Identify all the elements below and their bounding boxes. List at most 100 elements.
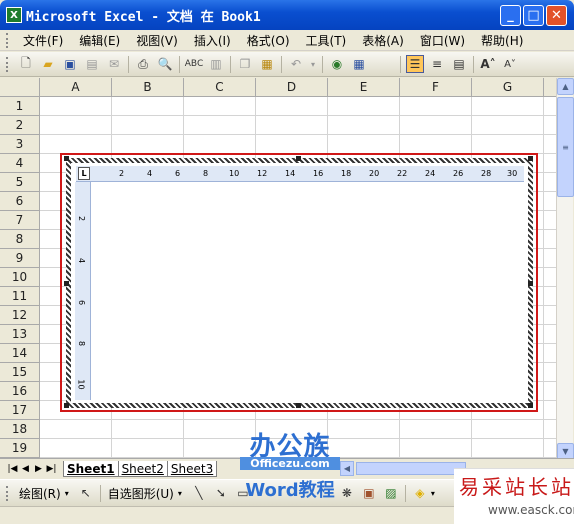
resize-handle[interactable] bbox=[64, 281, 69, 286]
grip-handle[interactable] bbox=[6, 56, 9, 72]
select-all-corner[interactable] bbox=[0, 78, 40, 97]
ruler-tick: 26 bbox=[453, 169, 464, 178]
save-icon[interactable]: ▣ bbox=[61, 55, 79, 73]
vertical-scrollbar[interactable]: ▲ ≡ ▼ bbox=[556, 78, 574, 460]
new-document-icon[interactable]: 🗋 bbox=[17, 55, 35, 73]
last-sheet-icon[interactable]: ▶| bbox=[45, 464, 58, 474]
row-header-11[interactable]: 11 bbox=[0, 287, 40, 306]
align-left-icon[interactable]: ☰ bbox=[406, 55, 424, 73]
row-header-9[interactable]: 9 bbox=[0, 249, 40, 268]
embedded-word-document[interactable] bbox=[66, 158, 533, 408]
first-sheet-icon[interactable]: |◀ bbox=[6, 464, 19, 474]
email-icon[interactable]: ✉ bbox=[105, 55, 123, 73]
menu-insert[interactable]: 插入(I) bbox=[186, 32, 239, 49]
row-header-18[interactable]: 18 bbox=[0, 420, 40, 439]
minimize-button[interactable]: _ bbox=[500, 5, 521, 26]
menu-format[interactable]: 格式(O) bbox=[239, 32, 298, 49]
resize-handle[interactable] bbox=[64, 403, 69, 408]
row-header-10[interactable]: 10 bbox=[0, 268, 40, 287]
row-header-8[interactable]: 8 bbox=[0, 230, 40, 249]
align-justify-icon[interactable]: ▤ bbox=[450, 55, 468, 73]
shrink-font-icon[interactable]: A˅ bbox=[501, 55, 519, 73]
clip-art-icon[interactable]: ❋ bbox=[338, 484, 356, 502]
tab-sheet1[interactable]: Sheet1 bbox=[63, 460, 119, 477]
resize-handle[interactable] bbox=[528, 403, 533, 408]
excel-icon[interactable]: X bbox=[6, 7, 22, 23]
research-icon[interactable]: ▥ bbox=[207, 55, 225, 73]
chevron-down-icon[interactable]: ▾ bbox=[431, 489, 435, 498]
paste-icon[interactable]: ▦ bbox=[258, 55, 276, 73]
fill-color-icon[interactable]: ◈ bbox=[411, 484, 429, 502]
row-header-1[interactable]: 1 bbox=[0, 97, 40, 116]
row-header-3[interactable]: 3 bbox=[0, 135, 40, 154]
maximize-button[interactable]: □ bbox=[523, 5, 544, 26]
copy-icon[interactable]: ❐ bbox=[236, 55, 254, 73]
column-header-b[interactable]: B bbox=[112, 78, 184, 97]
autoshapes-menu[interactable]: 自选图形(U) bbox=[104, 485, 178, 502]
close-button[interactable]: ✕ bbox=[546, 5, 567, 26]
scroll-up-arrow-icon[interactable]: ▲ bbox=[557, 78, 574, 95]
row-header-16[interactable]: 16 bbox=[0, 382, 40, 401]
picture-icon[interactable]: ▣ bbox=[360, 484, 378, 502]
row-header-2[interactable]: 2 bbox=[0, 116, 40, 135]
line-icon[interactable]: ╲ bbox=[190, 484, 208, 502]
prev-sheet-icon[interactable]: ◀ bbox=[19, 464, 32, 474]
chevron-down-icon[interactable]: ▾ bbox=[178, 489, 182, 498]
column-header-c[interactable]: C bbox=[184, 78, 256, 97]
grip-handle[interactable] bbox=[6, 485, 9, 501]
column-header-a[interactable]: A bbox=[40, 78, 112, 97]
resize-handle[interactable] bbox=[296, 156, 301, 161]
scroll-left-arrow-icon[interactable]: ◀ bbox=[340, 461, 354, 476]
row-header-17[interactable]: 17 bbox=[0, 401, 40, 420]
menu-table[interactable]: 表格(A) bbox=[354, 32, 412, 49]
menu-tools[interactable]: 工具(T) bbox=[298, 32, 355, 49]
draw-menu[interactable]: 绘图(R) bbox=[15, 485, 65, 502]
row-header-5[interactable]: 5 bbox=[0, 173, 40, 192]
undo-icon[interactable]: ↶ bbox=[287, 55, 305, 73]
grow-font-icon[interactable]: A˄ bbox=[479, 55, 497, 73]
menu-window[interactable]: 窗口(W) bbox=[412, 32, 473, 49]
tab-sheet3[interactable]: Sheet3 bbox=[166, 460, 218, 477]
menu-edit[interactable]: 编辑(E) bbox=[71, 32, 128, 49]
resize-handle[interactable] bbox=[296, 403, 301, 408]
select-objects-icon[interactable]: ↖ bbox=[77, 484, 95, 502]
hyperlink-icon[interactable]: ◉ bbox=[328, 55, 346, 73]
row-header-15[interactable]: 15 bbox=[0, 363, 40, 382]
menu-view[interactable]: 视图(V) bbox=[128, 32, 186, 49]
row-header-14[interactable]: 14 bbox=[0, 344, 40, 363]
resize-handle[interactable] bbox=[528, 281, 533, 286]
scroll-thumb[interactable]: ≡ bbox=[557, 97, 574, 197]
grip-handle[interactable] bbox=[6, 32, 9, 48]
arrow-icon[interactable]: ➘ bbox=[212, 484, 230, 502]
chevron-down-icon[interactable]: ▾ bbox=[65, 489, 69, 498]
spelling-icon[interactable]: ABC bbox=[185, 55, 203, 73]
horizontal-scroll-thumb[interactable] bbox=[356, 462, 466, 475]
table-icon[interactable]: ▦ bbox=[350, 55, 368, 73]
row-header-19[interactable]: 19 bbox=[0, 439, 40, 458]
menu-file[interactable]: 文件(F) bbox=[15, 32, 71, 49]
row-header-13[interactable]: 13 bbox=[0, 325, 40, 344]
row-header-12[interactable]: 12 bbox=[0, 306, 40, 325]
print-preview-icon[interactable]: 🔍 bbox=[156, 55, 174, 73]
menu-help[interactable]: 帮助(H) bbox=[473, 32, 531, 49]
print-icon[interactable]: ⎙ bbox=[134, 55, 152, 73]
resize-handle[interactable] bbox=[528, 156, 533, 161]
open-folder-icon[interactable]: ▰ bbox=[39, 55, 57, 73]
next-sheet-icon[interactable]: ▶ bbox=[32, 464, 45, 474]
insert-picture-icon[interactable]: ▨ bbox=[382, 484, 400, 502]
permission-icon[interactable]: ▤ bbox=[83, 55, 101, 73]
column-header-g[interactable]: G bbox=[472, 78, 544, 97]
horizontal-ruler[interactable]: L 2 4 6 8 10 12 14 16 18 20 22 24 26 28 … bbox=[76, 166, 524, 182]
column-header-e[interactable]: E bbox=[328, 78, 400, 97]
row-header-4[interactable]: 4 bbox=[0, 154, 40, 173]
tab-sheet2[interactable]: Sheet2 bbox=[117, 460, 168, 477]
row-header-6[interactable]: 6 bbox=[0, 192, 40, 211]
align-center-icon[interactable]: ≡ bbox=[428, 55, 446, 73]
resize-handle[interactable] bbox=[64, 156, 69, 161]
column-header-f[interactable]: F bbox=[400, 78, 472, 97]
vertical-ruler[interactable]: 2 4 6 8 10 bbox=[75, 182, 91, 400]
undo-dropdown-icon[interactable]: ▾ bbox=[309, 55, 317, 73]
row-header-7[interactable]: 7 bbox=[0, 211, 40, 230]
tab-stop-selector[interactable]: L bbox=[78, 167, 90, 180]
column-header-d[interactable]: D bbox=[256, 78, 328, 97]
